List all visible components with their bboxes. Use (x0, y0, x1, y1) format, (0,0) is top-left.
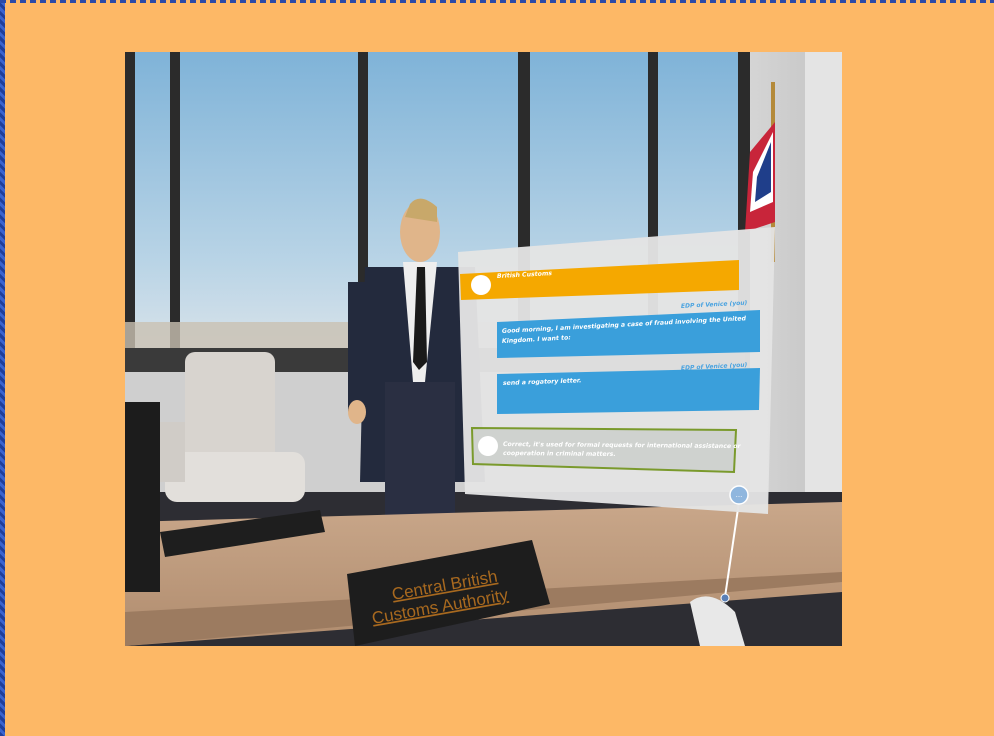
left-border-stripe (0, 0, 5, 736)
dialogue-panel: British Customs EDP of Venice (you) Good… (458, 227, 775, 514)
reply-avatar (478, 436, 498, 456)
vr-scene-viewport[interactable]: Central British Customs Authority Britis… (125, 52, 842, 646)
chat-menu-icon: ... (736, 491, 743, 499)
reply-line-2: cooperation in criminal matters. (503, 449, 616, 458)
message-2-bubble (497, 368, 760, 414)
chat-header-avatar (471, 275, 491, 295)
top-border-stripe (0, 0, 994, 3)
